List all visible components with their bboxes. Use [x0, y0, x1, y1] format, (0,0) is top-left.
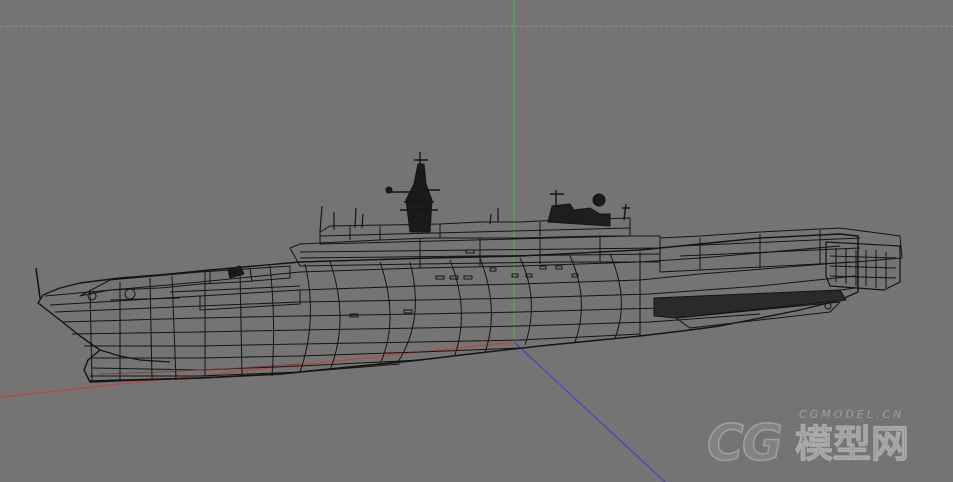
watermark-cn-text: 模型网 — [794, 422, 910, 467]
z-axis-line — [513, 341, 666, 482]
aft-mast — [547, 203, 611, 227]
forward-mast — [405, 163, 433, 233]
watermark-logo: CG — [706, 414, 783, 472]
watermark-domain: CGMODEL.CN — [799, 408, 905, 421]
3d-viewport[interactable]: CGMODEL.CN CG 模型网 — [0, 0, 953, 482]
cgmodel-watermark: CGMODEL.CN CG 模型网 — [706, 406, 939, 472]
x-axis-line — [0, 341, 515, 398]
ship-wireframe-model[interactable] — [35, 152, 903, 383]
